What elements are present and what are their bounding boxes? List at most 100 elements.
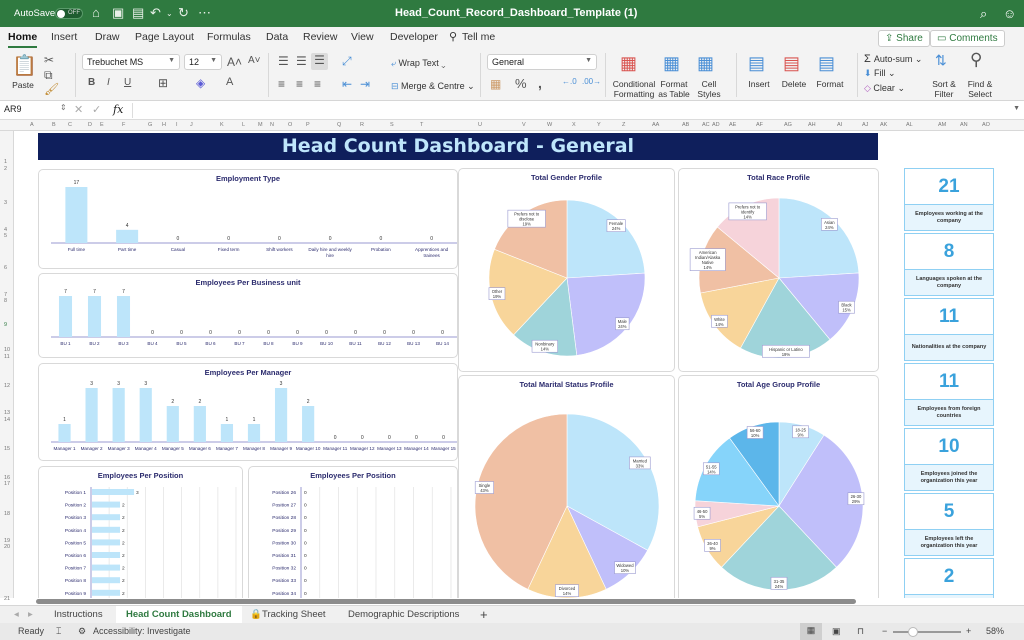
column-header[interactable]: C: [68, 122, 72, 128]
row-header[interactable]: 12: [4, 383, 10, 389]
column-header[interactable]: Y: [597, 122, 601, 128]
paste-icon[interactable]: 📋: [12, 53, 37, 78]
column-header[interactable]: AM: [938, 122, 946, 128]
horizontal-scrollbar[interactable]: [14, 598, 1024, 605]
column-header[interactable]: N: [270, 122, 274, 128]
tab-developer[interactable]: Developer: [390, 31, 438, 43]
column-header[interactable]: AJ: [862, 122, 868, 128]
percent-icon[interactable]: %: [515, 76, 527, 91]
sheet-tab-tracking-sheet[interactable]: Tracking Sheet: [252, 606, 336, 623]
cut-icon[interactable]: ✂: [44, 53, 54, 67]
sheet-tab-head-count-dashboard[interactable]: Head Count Dashboard: [116, 606, 242, 623]
zoom-out-button[interactable]: −: [882, 626, 887, 636]
align-left-icon[interactable]: ≡: [278, 77, 285, 91]
column-header[interactable]: S: [390, 122, 394, 128]
row-header[interactable]: 21: [4, 596, 10, 602]
format-as-table-icon[interactable]: ▦: [663, 53, 680, 74]
expand-formula-icon[interactable]: ▼: [1013, 105, 1020, 112]
tab-formulas[interactable]: Formulas: [207, 31, 251, 43]
row-header[interactable]: 15: [4, 446, 10, 452]
find-icon[interactable]: ⚲: [970, 50, 982, 70]
column-header[interactable]: V: [522, 122, 526, 128]
row-header[interactable]: 2: [4, 166, 7, 172]
decrease-font-icon[interactable]: A˅: [248, 55, 261, 66]
font-color-icon[interactable]: A: [226, 76, 233, 88]
insert-cells-button[interactable]: Insert: [744, 79, 774, 89]
insert-cells-icon[interactable]: ▤: [748, 53, 765, 74]
find-select-button[interactable]: Find & Select: [964, 79, 996, 99]
align-middle-icon[interactable]: ☰: [296, 54, 307, 68]
row-header[interactable]: 5: [4, 233, 7, 239]
more-icon[interactable]: ⋯: [198, 5, 211, 21]
bold-icon[interactable]: B: [88, 77, 95, 88]
format-painter-icon[interactable]: 🖌: [44, 82, 59, 96]
macro-record-icon[interactable]: ⌶: [56, 626, 61, 637]
align-top-icon[interactable]: ☰: [278, 54, 289, 68]
increase-decimal-icon[interactable]: ←.0: [562, 77, 577, 86]
fill-color-icon[interactable]: ◈: [196, 76, 205, 90]
column-header[interactable]: X: [572, 122, 576, 128]
copy-icon[interactable]: ⧉: [44, 68, 53, 83]
format-as-table-button[interactable]: Format as Table: [656, 79, 692, 99]
column-header[interactable]: AE: [729, 122, 736, 128]
row-header[interactable]: 18: [4, 511, 10, 517]
font-size-select[interactable]: 12 ▼: [184, 54, 222, 70]
row-header[interactable]: 20: [4, 544, 10, 550]
decrease-decimal-icon[interactable]: .00→: [582, 77, 601, 86]
scrollbar-thumb[interactable]: [36, 599, 856, 604]
column-header[interactable]: M: [258, 122, 263, 128]
column-header[interactable]: AI: [837, 122, 842, 128]
cancel-icon[interactable]: ✕: [74, 103, 83, 116]
tab-page-layout[interactable]: Page Layout: [135, 31, 194, 43]
column-header[interactable]: J: [190, 122, 193, 128]
column-header[interactable]: AC: [702, 122, 710, 128]
worksheet-grid[interactable]: Head Count Dashboard - General Employmen…: [14, 131, 1024, 598]
increase-font-icon[interactable]: A˄: [227, 55, 242, 69]
column-header[interactable]: AB: [682, 122, 689, 128]
normal-view-icon[interactable]: ▦: [800, 623, 822, 640]
column-header[interactable]: Z: [622, 122, 625, 128]
column-header[interactable]: AL: [906, 122, 913, 128]
name-box-stepper-icon[interactable]: ⇕: [60, 103, 67, 112]
column-header[interactable]: AO: [982, 122, 990, 128]
comments-button[interactable]: ▭ Comments: [930, 30, 1005, 47]
row-header[interactable]: 13: [4, 410, 10, 416]
autosum-button[interactable]: Σ Auto-sum ⌄: [864, 53, 922, 65]
tab-draw[interactable]: Draw: [95, 31, 120, 43]
accounting-format-icon[interactable]: ▦: [490, 77, 501, 91]
tab-insert[interactable]: Insert: [51, 31, 77, 43]
undo-icon[interactable]: ↶: [150, 5, 161, 21]
row-header[interactable]: 11: [4, 354, 10, 360]
column-header[interactable]: H: [162, 122, 166, 128]
column-header[interactable]: P: [306, 122, 310, 128]
underline-icon[interactable]: U: [124, 77, 131, 88]
conditional-formatting-button[interactable]: Conditional Formatting: [611, 79, 657, 99]
column-header[interactable]: AD: [712, 122, 720, 128]
zoom-slider[interactable]: [893, 627, 961, 637]
accessibility-status[interactable]: Accessibility: Investigate: [93, 626, 191, 636]
row-header[interactable]: 14: [4, 417, 10, 423]
sort-filter-button[interactable]: Sort & Filter: [928, 79, 960, 99]
row-header[interactable]: 8: [4, 298, 7, 304]
tab-view[interactable]: View: [351, 31, 374, 43]
paste-button[interactable]: Paste: [8, 80, 38, 90]
account-icon[interactable]: ☺: [1003, 6, 1016, 21]
column-header[interactable]: AF: [756, 122, 763, 128]
column-header[interactable]: L: [242, 122, 245, 128]
tab-tell-me[interactable]: Tell me: [462, 31, 495, 43]
page-break-view-icon[interactable]: ⊓: [857, 626, 864, 637]
column-header[interactable]: B: [52, 122, 56, 128]
column-header[interactable]: F: [122, 122, 125, 128]
row-header[interactable]: 6: [4, 265, 7, 271]
italic-icon[interactable]: I: [107, 77, 110, 88]
comma-style-icon[interactable]: ,: [538, 75, 542, 91]
column-header[interactable]: I: [176, 122, 178, 128]
format-cells-icon[interactable]: ▤: [818, 53, 835, 74]
format-cells-button[interactable]: Format: [814, 79, 846, 89]
column-header[interactable]: AA: [652, 122, 659, 128]
column-header[interactable]: E: [100, 122, 104, 128]
delete-cells-button[interactable]: Delete: [779, 79, 809, 89]
column-header[interactable]: AK: [880, 122, 887, 128]
add-sheet-button[interactable]: +: [470, 604, 498, 622]
cell-styles-button[interactable]: Cell Styles: [694, 79, 724, 99]
